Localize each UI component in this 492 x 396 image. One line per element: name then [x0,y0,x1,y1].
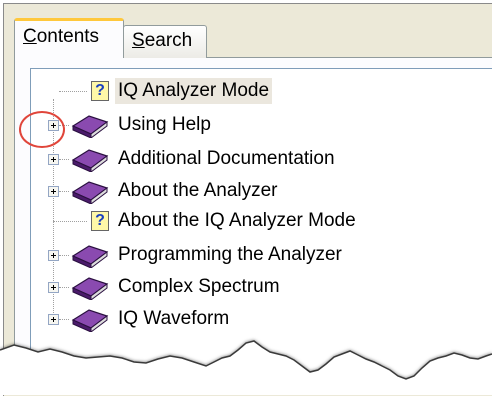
torn-edge [0,340,492,395]
help-window: Contents Search ? IQ Analyzer Mode Using… [0,0,492,396]
